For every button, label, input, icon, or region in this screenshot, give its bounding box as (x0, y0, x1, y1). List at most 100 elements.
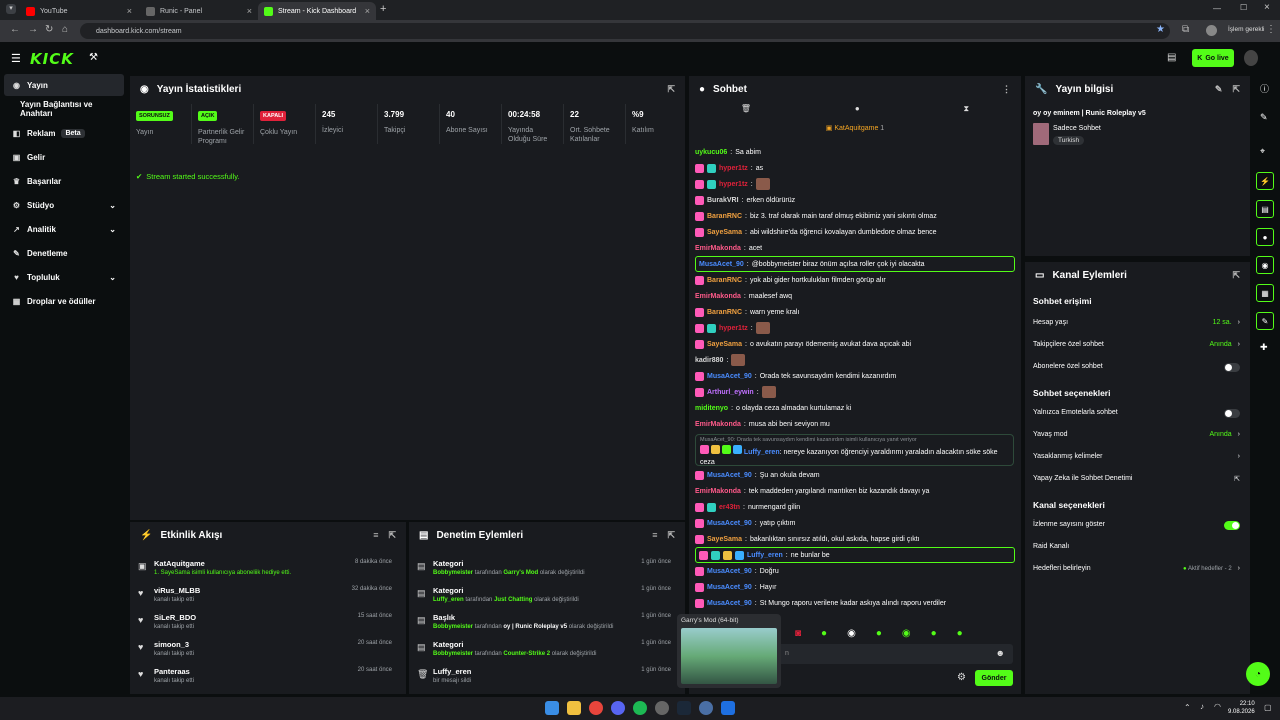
menu-dots-icon[interactable]: ⋮ (1266, 24, 1276, 35)
action-user[interactable]: Bobbymeister (433, 570, 473, 576)
garrys-mod-icon[interactable] (721, 701, 735, 715)
app-icon[interactable] (699, 701, 713, 715)
show-viewcount-toggle[interactable] (1224, 521, 1240, 530)
document-rail-button[interactable]: ▤ (1256, 200, 1274, 218)
chat-username[interactable]: BaranRNC (707, 309, 742, 316)
broadcast-rail-button[interactable]: ◉ (1256, 256, 1274, 274)
chat-username[interactable]: EmirMakonda (695, 245, 741, 252)
puzzle-icon[interactable]: ✚ (1260, 342, 1268, 353)
slow-mode-setting[interactable]: Anında › (1209, 431, 1240, 438)
emote-icon[interactable]: ● (931, 628, 937, 642)
chat-username[interactable]: SayeSama (707, 536, 742, 543)
clipboard-rail-button[interactable]: ▦ (1256, 284, 1274, 302)
chat-username[interactable]: BaranRNC (707, 277, 742, 284)
emote-icon[interactable]: ◉ (902, 628, 911, 642)
popout-icon[interactable]: ⇱ (1232, 270, 1240, 281)
chat-username[interactable]: hyper1tz (719, 165, 748, 172)
maximize-button[interactable]: ☐ (1240, 3, 1247, 12)
feed-user[interactable]: SiLeR_BDO (154, 613, 196, 622)
tab-runic-panel[interactable]: Runic - Panel × (140, 2, 258, 20)
sidebar-item-droplar[interactable]: ▦ Droplar ve ödüller (4, 290, 124, 312)
close-icon[interactable]: × (127, 6, 132, 16)
chat-username[interactable]: MusaAcet_90 (707, 568, 752, 575)
chat-username[interactable]: Luffy_eren (747, 552, 783, 559)
action-user[interactable]: Bobbymeister (433, 651, 473, 657)
steam-icon[interactable] (677, 701, 691, 715)
back-icon[interactable]: ← (10, 24, 20, 35)
extensions-icon[interactable]: ⧉ (1182, 24, 1189, 35)
feed-user[interactable]: Panteraas (154, 667, 190, 676)
forward-icon[interactable]: → (28, 24, 38, 35)
chat-username[interactable]: Luffy_eren (744, 449, 780, 456)
chat-username[interactable]: er43tn (719, 504, 740, 511)
close-window-button[interactable]: × (1264, 2, 1270, 13)
cards-icon[interactable]: ▤ (1167, 52, 1176, 63)
ai-moderation-setting[interactable]: ⇱ (1234, 475, 1240, 483)
edit-icon[interactable]: ✎ (1215, 84, 1223, 95)
chat-username[interactable]: EmirMakonda (695, 293, 741, 300)
clock[interactable]: 22:10 9.08.2026 (1228, 700, 1255, 716)
chat-username[interactable]: hyper1tz (719, 325, 748, 332)
chat-username[interactable]: MusaAcet_90 (699, 261, 744, 268)
edit-icon[interactable]: ✎ (1260, 112, 1268, 123)
chat-rail-button[interactable]: ● (1256, 228, 1274, 246)
home-icon[interactable]: ⌂ (62, 24, 68, 35)
sidebar-item-studyo[interactable]: ⚙ Stüdyo ⌄ (4, 194, 124, 216)
help-chat-button[interactable]: ◔ (1246, 662, 1270, 686)
sidebar-item-topluluk[interactable]: ♥ Topluluk ⌄ (4, 266, 124, 288)
filter-icon[interactable]: ≡ (652, 530, 657, 541)
emote-icon[interactable]: ● (821, 628, 827, 642)
close-icon[interactable]: × (247, 6, 252, 16)
emoji-icon[interactable]: ☻ (996, 648, 1005, 658)
action-title[interactable]: Luffy_eren (433, 667, 471, 676)
sidebar-item-stream-key[interactable]: Yayın Bağlantısı ve Anahtarı (4, 98, 124, 120)
lightning-rail-button[interactable]: ⚡ (1256, 172, 1274, 190)
user-avatar[interactable] (1244, 50, 1258, 66)
wifi-icon[interactable]: ◠ (1214, 702, 1221, 711)
emote-icon[interactable]: ● (957, 628, 963, 642)
file-explorer-icon[interactable] (567, 701, 581, 715)
banned-words-setting[interactable]: › (1238, 453, 1240, 460)
discord-icon[interactable] (611, 701, 625, 715)
crosshair-icon[interactable]: ⌖ (1260, 146, 1265, 157)
new-tab-button[interactable]: + (380, 3, 386, 15)
close-icon[interactable]: × (365, 6, 370, 16)
tab-search-icon[interactable]: ▾ (6, 4, 16, 14)
sidebar-item-gelir[interactable]: ▣ Gelir (4, 146, 124, 168)
chat-username[interactable]: MusaAcet_90 (707, 520, 752, 527)
emote-icon[interactable]: ◙ (795, 628, 801, 642)
settings-gear-icon[interactable]: ⚙ (957, 672, 966, 683)
chat-icon[interactable]: ● (855, 104, 860, 120)
url-input[interactable]: dashboard.kick.com/stream (80, 23, 1170, 39)
emote-icon[interactable]: ● (876, 628, 882, 642)
chat-username[interactable]: MusaAcet_90 (707, 472, 752, 479)
menu-dots-icon[interactable]: ⋮ (1002, 84, 1011, 95)
bookmark-star-icon[interactable]: ★ (1156, 24, 1165, 35)
hammer-icon[interactable]: ⚒ (89, 52, 98, 63)
kick-logo[interactable]: KICK (30, 50, 74, 68)
emote-only-toggle[interactable] (1224, 409, 1240, 418)
sidebar-item-basarilar[interactable]: ♛ Başarılar (4, 170, 124, 192)
action-user[interactable]: Luffy_eren (433, 597, 464, 603)
send-button[interactable]: Gönder (975, 670, 1013, 686)
raid-channel-button[interactable]: Raid Kanalı (1033, 543, 1069, 550)
subscribers-only-toggle[interactable] (1224, 363, 1240, 372)
popout-icon[interactable]: ⇱ (1232, 84, 1240, 95)
chat-username[interactable]: Arthurl_eywin (707, 389, 754, 396)
go-live-button[interactable]: K Go live (1192, 49, 1234, 67)
tab-youtube[interactable]: YouTube × (20, 2, 138, 20)
feed-user[interactable]: KatAquitgame (154, 559, 205, 568)
wrench-rail-button[interactable]: ✎ (1256, 312, 1274, 330)
info-icon[interactable]: ⓘ (1260, 82, 1269, 95)
obs-icon[interactable] (655, 701, 669, 715)
popout-icon[interactable]: ⇱ (388, 530, 396, 541)
feed-user[interactable]: viRus_MLBB (154, 586, 200, 595)
spotify-icon[interactable] (633, 701, 647, 715)
profile-status-label[interactable]: İşlem gerekli (1228, 26, 1264, 33)
trash-icon[interactable]: 🗑 (741, 104, 751, 120)
chat-username[interactable]: MusaAcet_90 (707, 584, 752, 591)
chat-username[interactable]: kadir880 (695, 357, 723, 364)
profile-avatar[interactable] (1206, 25, 1217, 36)
popout-icon[interactable]: ⇱ (667, 84, 675, 95)
filter-icon[interactable]: ≡ (373, 530, 378, 541)
